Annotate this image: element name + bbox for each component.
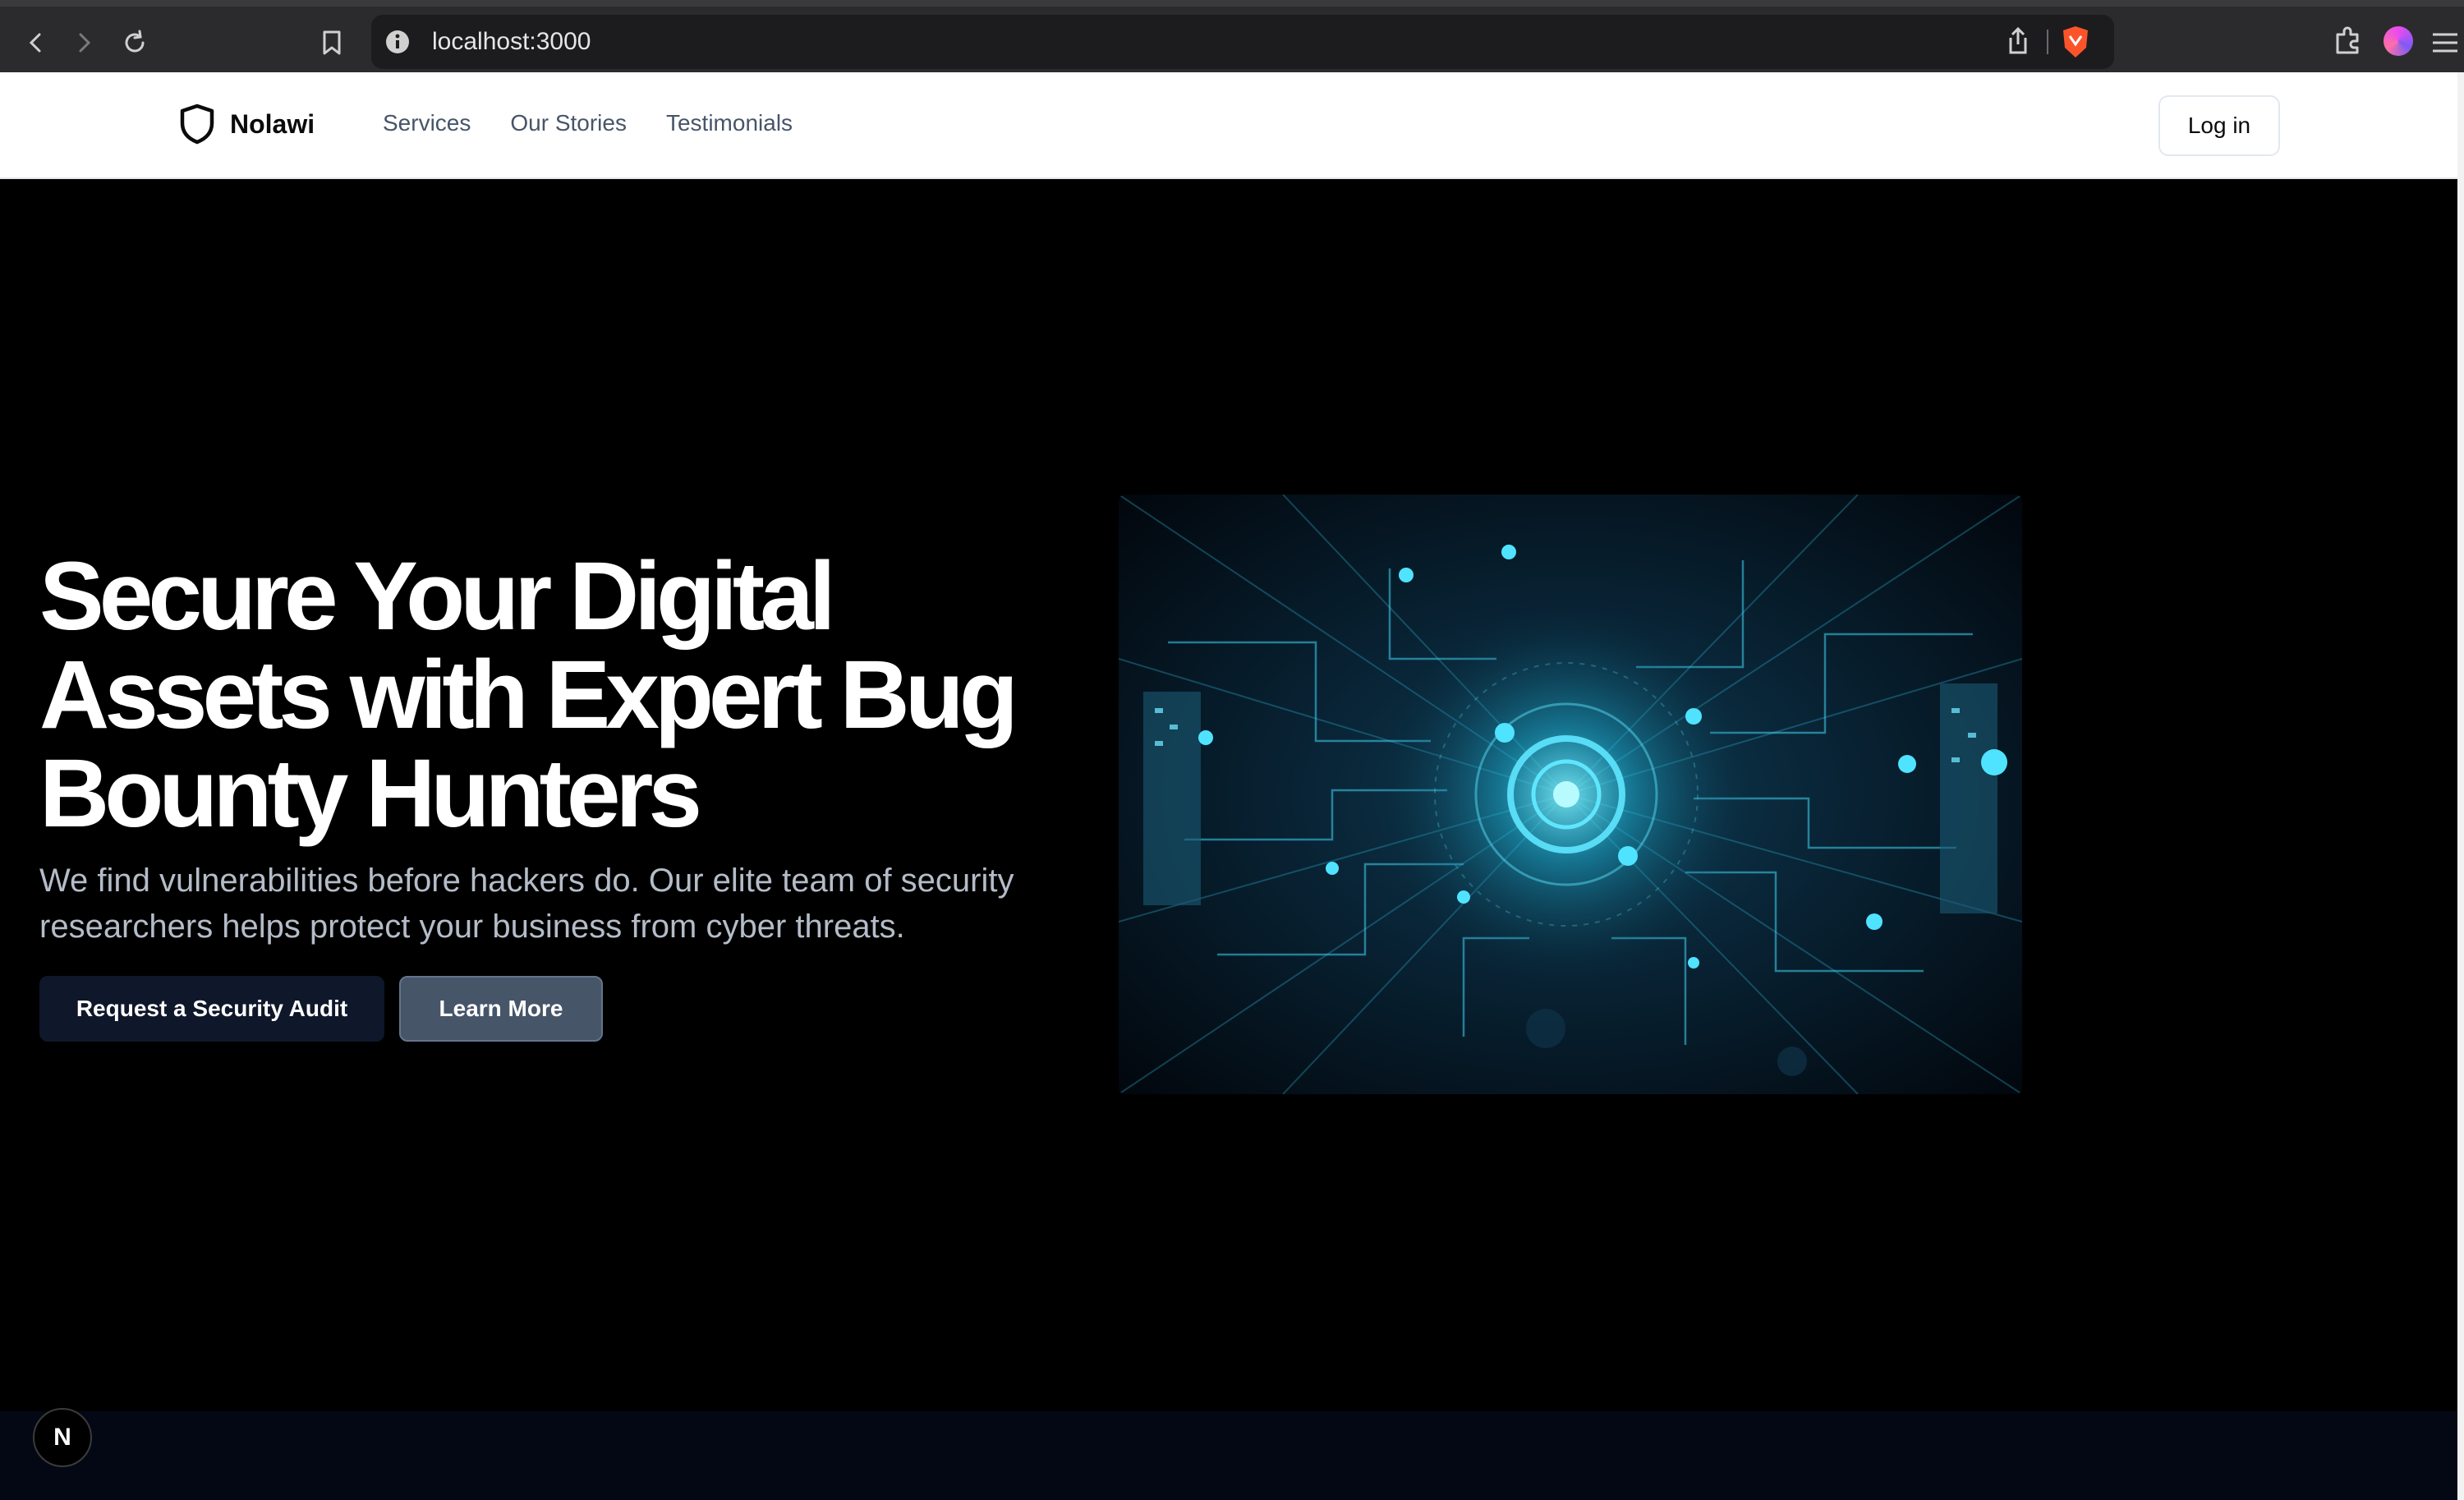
reload-icon[interactable]	[115, 23, 154, 62]
site-info-icon[interactable]	[383, 27, 412, 57]
request-audit-button[interactable]: Request a Security Audit	[39, 976, 384, 1042]
menu-icon[interactable]	[2431, 31, 2459, 54]
browser-toolbar: localhost:3000	[0, 0, 2464, 72]
url-text: localhost:3000	[432, 28, 591, 55]
dev-badge-label: N	[53, 1424, 71, 1451]
nextjs-dev-indicator-icon[interactable]: N	[33, 1408, 92, 1467]
back-arrow-icon[interactable]	[16, 23, 56, 62]
hero-cyber-illustration	[1119, 495, 2022, 1094]
profile-icon[interactable]	[2384, 26, 2413, 56]
share-icon[interactable]	[2006, 26, 2030, 56]
learn-more-button[interactable]: Learn More	[399, 976, 603, 1042]
nav-link-our-stories[interactable]: Our Stories	[510, 110, 627, 136]
forward-arrow-icon[interactable]	[64, 23, 103, 62]
login-button[interactable]: Log in	[2158, 95, 2280, 156]
next-section-edge	[0, 1411, 2457, 1500]
hero-section: Secure Your Digital Assets with Expert B…	[0, 179, 2457, 1411]
scrollbar-track[interactable]	[2457, 72, 2464, 1500]
shield-icon	[180, 104, 214, 145]
brand-logo-link[interactable]: Nolawi	[179, 104, 315, 145]
nav-link-testimonials[interactable]: Testimonials	[666, 110, 793, 136]
address-bar[interactable]: localhost:3000	[371, 15, 2114, 69]
toolbar-separator	[2047, 30, 2048, 54]
extensions-icon[interactable]	[2333, 25, 2362, 54]
brave-shield-icon[interactable]	[2060, 25, 2091, 59]
main-nav: Services Our Stories Testimonials	[383, 110, 793, 136]
site-header: Nolawi Services Our Stories Testimonials…	[0, 72, 2457, 179]
brand-name: Nolawi	[230, 108, 315, 139]
bookmark-icon[interactable]	[312, 23, 352, 62]
hero-subtitle: We find vulnerabilities before hackers d…	[39, 863, 1014, 945]
nav-link-services[interactable]: Services	[383, 110, 471, 136]
hero-title: Secure Your Digital Assets with Expert B…	[39, 542, 1018, 848]
